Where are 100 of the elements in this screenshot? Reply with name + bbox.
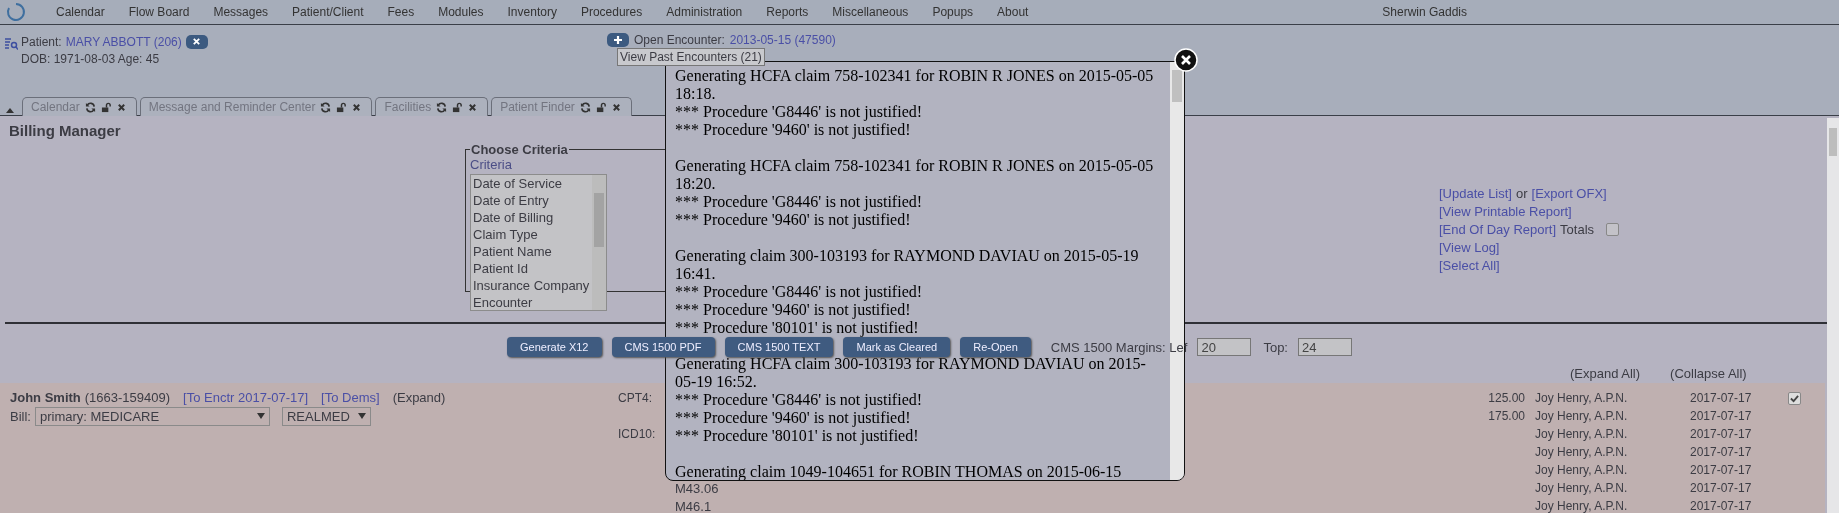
unlock-icon[interactable]	[595, 101, 607, 113]
menu-item[interactable]: Flow Board	[128, 5, 190, 19]
list-option[interactable]: Date of Entry	[473, 192, 592, 209]
menu-item[interactable]: Miscellaneous	[832, 5, 909, 19]
patient-label: Patient:	[21, 34, 62, 49]
action-button[interactable]: Generate X12	[507, 337, 602, 357]
provider-name: Joy Henry, A.P.N.	[1535, 409, 1629, 423]
page-title: Billing Manager	[9, 122, 121, 141]
provider-name: Joy Henry, A.P.N.	[1535, 463, 1629, 477]
criteria-listbox[interactable]: Date of Service Date of Entry Date of Billing Claim Type Patient Name Patient Id Insurance Company Encounter	[470, 174, 607, 311]
menu-item[interactable]: Fees	[387, 5, 415, 19]
log-line: Generating HCFA claim 300-103193 for RAYMOND DAVIAU on 2015-05-19 16:52.	[675, 355, 1147, 391]
log-line: Generating claim 1049-104651 for ROBIN THOMAS on 2015-06-15	[675, 463, 1123, 480]
claim-checkbox[interactable]	[1788, 391, 1801, 405]
refresh-icon[interactable]	[84, 101, 96, 113]
action-button[interactable]: CMS 1500 TEXT	[724, 337, 834, 357]
diagnosis-code: M46.1	[675, 498, 712, 513]
patient-name-link[interactable]: MARY ABBOTT (206)	[65, 34, 182, 49]
log-line: *** Procedure '9460' is not justified!	[675, 211, 912, 229]
unlock-icon[interactable]	[452, 101, 464, 113]
menu-item[interactable]: Calendar	[56, 5, 105, 19]
menu-item[interactable]: Patient/Client	[292, 5, 364, 19]
fee-amount: 125.00	[1488, 391, 1525, 405]
scrollbar[interactable]	[1827, 118, 1839, 513]
service-date: 2017-07-17	[1690, 427, 1753, 441]
provider-name: Joy Henry, A.P.N.	[1535, 445, 1629, 459]
close-icon[interactable]	[352, 102, 362, 112]
service-date: 2017-07-17	[1690, 409, 1753, 423]
action-link[interactable]: [Update List]	[1439, 185, 1512, 201]
user-name[interactable]: Sherwin Gaddis	[1382, 5, 1467, 19]
action-button[interactable]: Re-Open	[960, 337, 1031, 357]
refresh-icon[interactable]	[579, 101, 591, 113]
menu-item[interactable]: Administration	[666, 5, 743, 19]
claim-link[interactable]: [To Dems]	[321, 390, 380, 405]
log-line: *** Procedure 'G8446' is not justified!	[675, 283, 924, 301]
close-icon[interactable]	[116, 102, 126, 112]
list-option[interactable]: Encounter	[473, 294, 592, 310]
patient-dob: DOB: 1971-08-03 Age: 45	[21, 50, 161, 67]
close-icon	[192, 37, 202, 46]
insurance-select[interactable]: primary: MEDICARE	[34, 406, 270, 426]
list-option[interactable]: Claim Type	[473, 226, 592, 243]
unlock-icon[interactable]	[100, 101, 112, 113]
list-option[interactable]: Insurance Company	[473, 277, 592, 294]
unlock-icon[interactable]	[336, 101, 348, 113]
list-option[interactable]: Date of Service	[473, 175, 592, 192]
action-button[interactable]: Mark as Cleared	[843, 337, 951, 357]
criteria-legend: Choose Criteria	[470, 142, 569, 157]
log-line: *** Procedure 'G8446' is not justified!	[675, 391, 924, 409]
top-margin-field[interactable]: 24	[1298, 338, 1352, 356]
list-search-icon[interactable]	[4, 37, 18, 51]
close-icon[interactable]	[468, 102, 478, 112]
tooltip: View Past Encounters (21)	[617, 48, 765, 66]
log-line: Generating claim 300-103193 for RAYMOND DAVIAU on 2015-05-19 16:41.	[675, 247, 1140, 283]
top-margin-label: Top:	[1263, 339, 1288, 355]
claim-link[interactable]: [To Enctr 2017-07-17]	[183, 390, 309, 405]
action-link[interactable]: [Export OFX]	[1531, 185, 1607, 201]
close-patient-button[interactable]	[185, 34, 208, 49]
expand-link[interactable]: (Expand)	[392, 390, 446, 405]
menu-item[interactable]: Reports	[766, 5, 809, 19]
log-line: *** Procedure '9460' is not justified!	[675, 409, 912, 427]
action-link[interactable]: [End Of Day Report]	[1439, 221, 1557, 237]
scrollbar[interactable]	[592, 175, 606, 310]
log-line: *** Procedure '9460' is not justified!	[675, 301, 912, 319]
close-icon[interactable]	[611, 102, 621, 112]
left-margin-field[interactable]: 20	[1197, 338, 1252, 356]
menu-item[interactable]: Messages	[213, 5, 269, 19]
menu-item[interactable]: Modules	[438, 5, 484, 19]
list-option[interactable]: Date of Billing	[473, 209, 592, 226]
menu-item[interactable]: Procedures	[580, 5, 643, 19]
action-button[interactable]: CMS 1500 PDF	[611, 337, 715, 357]
log-line: *** Procedure '80101' is not justified!	[675, 427, 920, 445]
service-date: 2017-07-17	[1690, 391, 1753, 405]
action-link[interactable]: [View Printable Report]	[1439, 203, 1572, 219]
refresh-icon[interactable]	[436, 101, 448, 113]
log-line: *** Procedure 'G8446' is not justified!	[675, 193, 924, 211]
action-link[interactable]: [View Log]	[1439, 239, 1500, 255]
menu-item[interactable]: Popups	[932, 5, 974, 19]
claim-id: (1663-159409)	[84, 390, 171, 405]
service-date: 2017-07-17	[1690, 499, 1753, 513]
expand-all-link[interactable]: (Expand All)	[1570, 366, 1641, 383]
provider-name: Joy Henry, A.P.N.	[1535, 499, 1629, 513]
action-link[interactable]: [Select All]	[1439, 257, 1500, 273]
service-date: 2017-07-17	[1690, 463, 1753, 477]
list-option[interactable]: Patient Id	[473, 260, 592, 277]
caret-icon[interactable]	[6, 108, 14, 113]
patient-name: John Smith	[10, 390, 81, 405]
list-option[interactable]: Patient Name	[473, 243, 592, 260]
totals-checkbox[interactable]	[1606, 222, 1620, 236]
menu-item[interactable]: Inventory	[507, 5, 557, 19]
log-line: *** Procedure '9460' is not justified!	[675, 121, 912, 139]
refresh-icon[interactable]	[320, 101, 332, 113]
new-encounter-button[interactable]	[607, 33, 629, 47]
service-date: 2017-07-17	[1690, 481, 1753, 495]
dropdown-arrow-icon	[357, 413, 366, 419]
collapse-all-link[interactable]: (Collapse All)	[1670, 366, 1747, 383]
encounter-link[interactable]: 2013-05-15 (47590)	[729, 33, 836, 47]
encounter-label: Open Encounter:	[634, 33, 725, 47]
partner-select[interactable]: REALMED	[281, 406, 371, 426]
log-line: *** Procedure '80101' is not justified!	[675, 319, 920, 337]
menu-item[interactable]: About	[997, 5, 1029, 19]
